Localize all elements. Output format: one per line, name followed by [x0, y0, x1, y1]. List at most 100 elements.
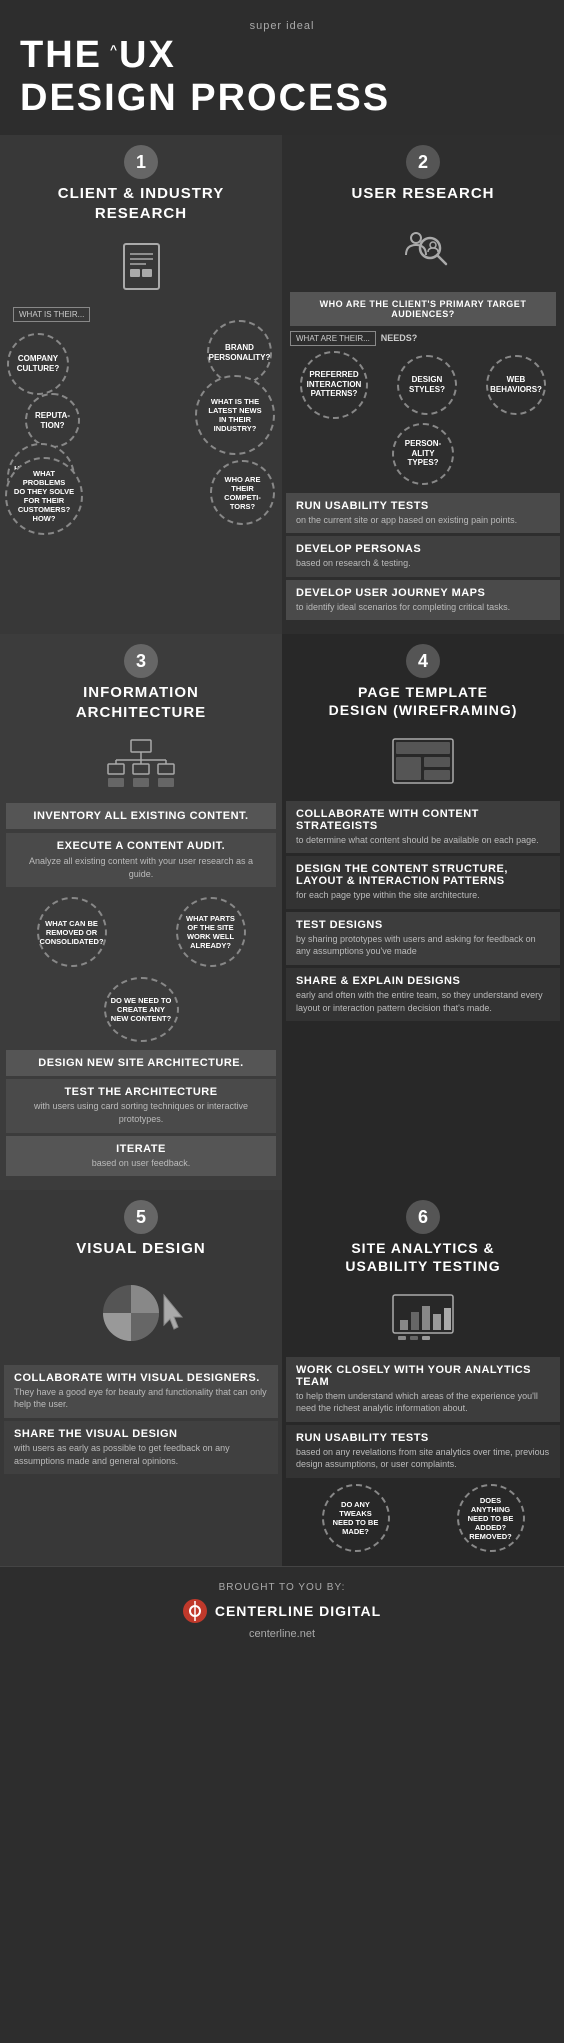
- sec1-icon-area: [0, 229, 282, 305]
- footer-brand-name: CENTERLINE DIGITAL: [215, 1603, 381, 1619]
- section-4: 4 PAGE TEMPLATEDESIGN (WIREFRAMING) COLL…: [282, 634, 564, 1190]
- analytics-icon: [388, 1292, 458, 1342]
- sec5-collaborate-desc: They have a good eye for beauty and func…: [14, 1386, 268, 1411]
- title-design-process: DESIGN PROCESS: [20, 77, 544, 120]
- sec4-test-designs: TEST DESIGNS by sharing prototypes with …: [286, 912, 560, 965]
- sec6-icon-area: [282, 1282, 564, 1353]
- section-6: 6 SITE ANALYTICS &USABILITY TESTING: [282, 1190, 564, 1566]
- super-ideal-label: super ideal: [20, 20, 544, 32]
- section-5: 5 VISUAL DESIGN COLLABORATE WITH V: [0, 1190, 282, 1566]
- needs-label: NEEDS?: [381, 333, 418, 343]
- sec1-title: CLIENT & INDUSTRYRESEARCH: [8, 184, 274, 223]
- bubble-company-culture: COMPANYCULTURE?: [7, 333, 69, 395]
- sec2-user-journey: DEVELOP USER JOURNEY MAPS to identify id…: [286, 580, 560, 621]
- document-icon: [114, 239, 169, 294]
- sec3-title: INFORMATIONARCHITECTURE: [8, 683, 274, 722]
- visual-design-icon: [96, 1275, 186, 1350]
- test-arch-desc: with users using card sorting techniques…: [16, 1100, 266, 1125]
- bubble-latest-news: WHAT IS THELATEST NEWSIN THEIRINDUSTRY?: [195, 375, 275, 455]
- sec6-run-usability-title: RUN USABILITY TESTS: [296, 1432, 550, 1444]
- sec6-work-analytics: WORK CLOSELY WITH YOUR ANALYTICS TEAM to…: [286, 1357, 560, 1422]
- sec2-bubble-personality-row: PERSON-ALITY TYPES?: [282, 423, 564, 485]
- centerline-logo-icon: [183, 1599, 207, 1623]
- bubble-problems: WHATPROBLEMSDO THEY SOLVEFOR THEIRCUSTOM…: [5, 457, 83, 535]
- sec2-number: 2: [406, 145, 440, 179]
- section-2: 2 USER RESEARCH WHO ARE THE CLIENT'S PRI…: [282, 135, 564, 634]
- develop-personas-title: DEVELOP PERSONAS: [296, 543, 550, 555]
- collaborate-title: COLLABORATE WITH CONTENT STRATEGISTS: [296, 808, 550, 832]
- bubble-site-work: WHAT PARTS OF THE SITE WORK WELL ALREADY…: [176, 897, 246, 967]
- sec6-info-blocks: WORK CLOSELY WITH YOUR ANALYTICS TEAM to…: [286, 1357, 560, 1552]
- sec3-question-bubbles: WHAT CAN BE REMOVED OR CONSOLIDATED? WHA…: [0, 891, 282, 973]
- sec3-design-new: DESIGN NEW SITE ARCHITECTURE.: [6, 1050, 276, 1076]
- sec4-title: PAGE TEMPLATEDESIGN (WIREFRAMING): [290, 683, 556, 719]
- sec2-run-usability: RUN USABILITY TESTS on the current site …: [286, 493, 560, 534]
- bubble-interaction-patterns: PREFERRED INTERACTION PATTERNS?: [300, 351, 368, 419]
- share-explain-desc: early and often with the entire team, so…: [296, 989, 550, 1014]
- sec5-collaborate-title: COLLABORATE WITH VISUAL DESIGNERS.: [14, 1372, 268, 1384]
- sec3-inventory: INVENTORY ALL EXISTING CONTENT.: [6, 803, 276, 829]
- sec3-content-audit: EXECUTE A CONTENT AUDIT. Analyze all exi…: [6, 833, 276, 887]
- section-3: 3 INFORMATIONARCHITECTURE: [0, 634, 282, 1190]
- sec2-bubbles-row1: PREFERRED INTERACTION PATTERNS? DESIGN S…: [282, 351, 564, 419]
- wireframe-icon: [388, 736, 458, 786]
- user-research-icon: [396, 220, 451, 275]
- sec2-query: WHO ARE THE CLIENT'S PRIMARY TARGET AUDI…: [290, 292, 556, 326]
- sec3-iterate: ITERATE based on user feedback.: [6, 1136, 276, 1177]
- main-content: 1 CLIENT & INDUSTRYRESEARCH WHAT IS THEI…: [0, 135, 564, 1566]
- section-1: 1 CLIENT & INDUSTRYRESEARCH WHAT IS THEI…: [0, 135, 282, 634]
- sec4-share-explain: SHARE & EXPLAIN DESIGNS early and often …: [286, 968, 560, 1021]
- footer: BROUGHT TO YOU BY: CENTERLINE DIGITAL ce…: [0, 1566, 564, 1655]
- sec4-header: 4 PAGE TEMPLATEDESIGN (WIREFRAMING): [282, 634, 564, 725]
- sec4-icon-area: [282, 726, 564, 797]
- sec6-question-bubbles: DO ANY TWEAKS NEED TO BE MADE? DOES ANYT…: [286, 1484, 560, 1552]
- footer-brand-row: CENTERLINE DIGITAL: [15, 1599, 549, 1623]
- sec5-title: VISUAL DESIGN: [8, 1239, 274, 1259]
- test-arch-title: TEST THE ARCHITECTURE: [16, 1086, 266, 1098]
- sec2-icon-area: [282, 210, 564, 286]
- sec1-number: 1: [124, 145, 158, 179]
- sec4-design-content: DESIGN THE CONTENT STRUCTURE, LAYOUT & I…: [286, 856, 560, 909]
- sec3-test-arch: TEST THE ARCHITECTURE with users using c…: [6, 1079, 276, 1132]
- iterate-title: ITERATE: [16, 1143, 266, 1155]
- sec3-header: 3 INFORMATIONARCHITECTURE: [0, 634, 282, 728]
- title-ux-group: ^UX: [110, 34, 176, 77]
- sec5-icon-area: [0, 1265, 282, 1361]
- design-content-desc: for each page type within the site archi…: [296, 889, 550, 902]
- sec2-what-are-row: WHAT ARE THEIR... NEEDS?: [282, 331, 564, 346]
- sec2-info-blocks: RUN USABILITY TESTS on the current site …: [286, 493, 560, 621]
- sec5-share-desc: with users as early as possible to get f…: [14, 1442, 268, 1467]
- share-explain-title: SHARE & EXPLAIN DESIGNS: [296, 975, 550, 987]
- sec5-collaborate: COLLABORATE WITH VISUAL DESIGNERS. They …: [4, 1365, 278, 1418]
- sec4-number: 4: [406, 644, 440, 678]
- content-audit-desc: Analyze all existing content with your u…: [16, 855, 266, 880]
- sec4-collaborate: COLLABORATE WITH CONTENT STRATEGISTS to …: [286, 801, 560, 854]
- bubble-competitors: WHO ARETHEIRCOMPETI-TORS?: [210, 460, 275, 525]
- design-new-title: DESIGN NEW SITE ARCHITECTURE.: [16, 1057, 266, 1069]
- caret-symbol: ^: [110, 42, 119, 56]
- sitemap-icon: [106, 738, 176, 788]
- page-wrapper: super ideal THE ^UX DESIGN PROCESS 1 CLI…: [0, 0, 564, 1655]
- iterate-desc: based on user feedback.: [16, 1157, 266, 1170]
- sec5-share-visual: SHARE THE VISUAL DESIGN with users as ea…: [4, 1421, 278, 1474]
- collaborate-desc: to determine what content should be avai…: [296, 834, 550, 847]
- title-the: THE: [20, 34, 102, 77]
- sec3-center-q-row: DO WE NEED TO CREATE ANY NEW CONTENT?: [0, 977, 282, 1042]
- content-audit-title: EXECUTE A CONTENT AUDIT.: [16, 840, 266, 852]
- footer-brought: BROUGHT TO YOU BY:: [15, 1582, 549, 1593]
- sec5-header: 5 VISUAL DESIGN: [0, 1190, 282, 1265]
- bubble-removed: WHAT CAN BE REMOVED OR CONSOLIDATED?: [37, 897, 107, 967]
- sec2-title: USER RESEARCH: [290, 184, 556, 204]
- sec6-title: SITE ANALYTICS &USABILITY TESTING: [290, 1239, 556, 1275]
- bubble-new-content: DO WE NEED TO CREATE ANY NEW CONTENT?: [104, 977, 179, 1042]
- test-designs-desc: by sharing prototypes with users and ask…: [296, 933, 550, 958]
- sec3-number: 3: [124, 644, 158, 678]
- bubble-personality-types: PERSON-ALITY TYPES?: [392, 423, 454, 485]
- user-journey-desc: to identify ideal scenarios for completi…: [296, 601, 550, 614]
- bubble-design-styles: DESIGN STYLES?: [397, 355, 457, 415]
- develop-personas-desc: based on research & testing.: [296, 557, 550, 570]
- sec4-info-blocks: COLLABORATE WITH CONTENT STRATEGISTS to …: [286, 801, 560, 1022]
- header: super ideal THE ^UX DESIGN PROCESS: [0, 0, 564, 135]
- bubble-reputation: REPUTA-TION?: [25, 393, 80, 448]
- user-journey-title: DEVELOP USER JOURNEY MAPS: [296, 587, 550, 599]
